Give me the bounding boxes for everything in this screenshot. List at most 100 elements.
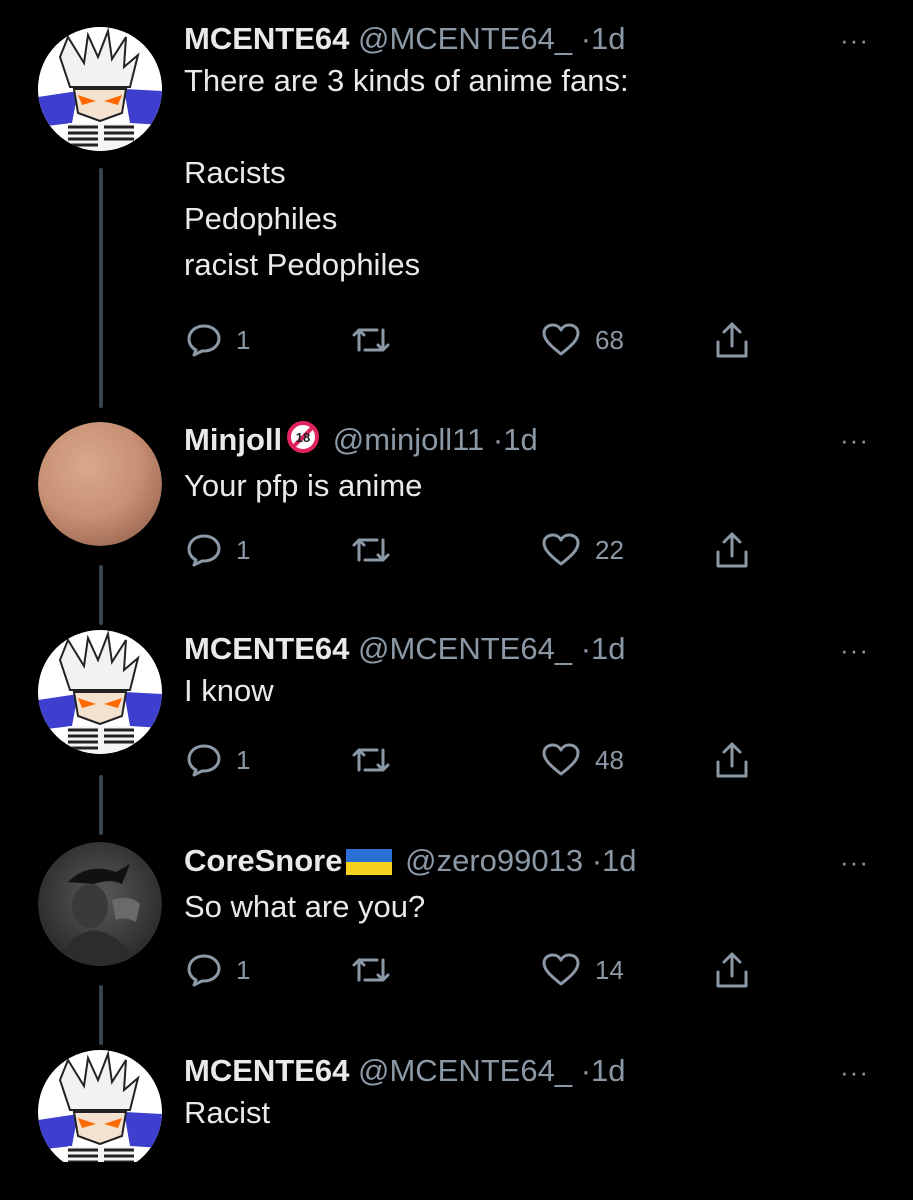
- more-options-icon[interactable]: ···: [840, 27, 869, 53]
- reply-count: 1: [236, 744, 251, 775]
- like-button[interactable]: 14: [541, 950, 624, 990]
- separator-dot: ·: [580, 631, 592, 666]
- separator-dot: ·: [591, 843, 603, 878]
- reply-button[interactable]: 1: [186, 320, 250, 360]
- tweet-actions: 1 68: [186, 320, 766, 360]
- handle[interactable]: @MCENTE64_: [358, 631, 572, 666]
- share-button[interactable]: [714, 320, 750, 360]
- display-name[interactable]: CoreSnore: [184, 843, 342, 878]
- like-count: 22: [595, 534, 624, 565]
- retweet-button[interactable]: [351, 530, 405, 570]
- share-button[interactable]: [714, 950, 750, 990]
- timestamp[interactable]: 1d: [591, 21, 625, 56]
- retweet-icon: [352, 328, 390, 352]
- heart-icon: [542, 953, 580, 986]
- reply-count: 1: [236, 324, 251, 355]
- retweet-icon: [352, 748, 390, 772]
- handle[interactable]: @MCENTE64_: [358, 1053, 572, 1088]
- heart-icon: [542, 323, 580, 356]
- tweet[interactable]: MCENTE64 @MCENTE64_ ·1d There are 3 kind…: [0, 0, 913, 420]
- timestamp[interactable]: 1d: [591, 1053, 625, 1088]
- vegeta-anime-avatar-icon: [38, 1050, 162, 1174]
- reply-count: 1: [236, 534, 251, 565]
- tweet-text-line: So what are you?: [184, 889, 426, 924]
- tweet-text-line: racist Pedophiles: [184, 247, 421, 282]
- tweet-text-line: There are 3 kinds of anime fans:: [184, 63, 629, 98]
- cropped-edge: [0, 1162, 913, 1200]
- tweet-actions: 1 48: [186, 740, 766, 780]
- timestamp[interactable]: 1d: [591, 631, 625, 666]
- ukraine-flag-icon: [346, 846, 393, 884]
- handle[interactable]: @zero99013: [405, 843, 583, 878]
- separator-dot: ·: [580, 1053, 592, 1088]
- tweet-text-line: [184, 104, 873, 150]
- more-options-icon[interactable]: ···: [840, 849, 869, 875]
- retweet-button[interactable]: [351, 320, 405, 360]
- retweet-icon: [352, 958, 390, 982]
- thread-line: [99, 985, 103, 1045]
- retweet-button[interactable]: [351, 950, 405, 990]
- tweet-text-line: Your pfp is anime: [184, 468, 423, 503]
- avatar[interactable]: [38, 27, 162, 151]
- reply-icon: [187, 954, 221, 987]
- avatar[interactable]: [38, 630, 162, 754]
- avatar[interactable]: [38, 842, 162, 966]
- reply-button[interactable]: 1: [186, 740, 250, 780]
- reply-button[interactable]: 1: [186, 530, 250, 570]
- separator-dot: ·: [492, 422, 504, 457]
- like-button[interactable]: 22: [541, 530, 624, 570]
- tweet-text-line: Racists: [184, 155, 286, 190]
- more-options-icon[interactable]: ···: [840, 427, 869, 453]
- retweet-icon: [352, 538, 390, 562]
- thread-line: [99, 775, 103, 835]
- reply-icon: [187, 744, 221, 777]
- more-options-icon[interactable]: ···: [840, 637, 869, 663]
- tweet-header: MCENTE64 @MCENTE64_ ·1d: [184, 20, 873, 58]
- separator-dot: ·: [580, 21, 592, 56]
- like-button[interactable]: 68: [541, 320, 624, 360]
- reply-icon: [187, 534, 221, 567]
- vegeta-anime-avatar-icon: [38, 27, 162, 151]
- reply-button[interactable]: 1: [186, 950, 250, 990]
- like-count: 68: [595, 324, 624, 355]
- handle[interactable]: @MCENTE64_: [358, 21, 572, 56]
- display-name[interactable]: Minjoll: [184, 422, 282, 457]
- like-count: 14: [595, 954, 624, 985]
- display-name[interactable]: MCENTE64: [184, 631, 349, 666]
- tweet-text-line: I know: [184, 673, 274, 708]
- tweet-actions: 1 22: [186, 530, 766, 570]
- avatar[interactable]: [38, 1050, 162, 1174]
- age-restriction-badge-icon: 18: [286, 420, 320, 463]
- tweet-actions: 1 14: [186, 950, 766, 990]
- skin-tone-circle-avatar-icon: [38, 422, 162, 546]
- tweet-header: CoreSnore @zero99013 ·1d: [184, 842, 873, 884]
- timestamp[interactable]: 1d: [503, 422, 537, 457]
- reply-icon: [187, 324, 221, 357]
- grayscale-figure-avatar-icon: [38, 842, 162, 966]
- share-button[interactable]: [714, 740, 750, 780]
- retweet-button[interactable]: [351, 740, 405, 780]
- reply-count: 1: [236, 954, 251, 985]
- share-button[interactable]: [714, 530, 750, 570]
- heart-icon: [542, 743, 580, 776]
- badge-label: 18: [296, 430, 310, 445]
- vegeta-anime-avatar-icon: [38, 630, 162, 754]
- tweet-header: Minjoll 18 @minjoll11 ·1d: [184, 420, 873, 463]
- display-name[interactable]: MCENTE64: [184, 21, 349, 56]
- more-options-icon[interactable]: ···: [840, 1059, 869, 1085]
- avatar[interactable]: [38, 422, 162, 546]
- timestamp[interactable]: 1d: [602, 843, 636, 878]
- tweet-header: MCENTE64 @MCENTE64_ ·1d: [184, 630, 873, 668]
- thread-line: [99, 565, 103, 625]
- share-icon: [716, 952, 748, 988]
- share-icon: [716, 322, 748, 358]
- like-count: 48: [595, 744, 624, 775]
- tweet-text-line: Pedophiles: [184, 201, 338, 236]
- handle[interactable]: @minjoll11: [333, 422, 485, 457]
- tweet-header: MCENTE64 @MCENTE64_ ·1d: [184, 1052, 873, 1090]
- share-icon: [716, 742, 748, 778]
- heart-icon: [542, 533, 580, 566]
- like-button[interactable]: 48: [541, 740, 624, 780]
- share-icon: [716, 532, 748, 568]
- display-name[interactable]: MCENTE64: [184, 1053, 349, 1088]
